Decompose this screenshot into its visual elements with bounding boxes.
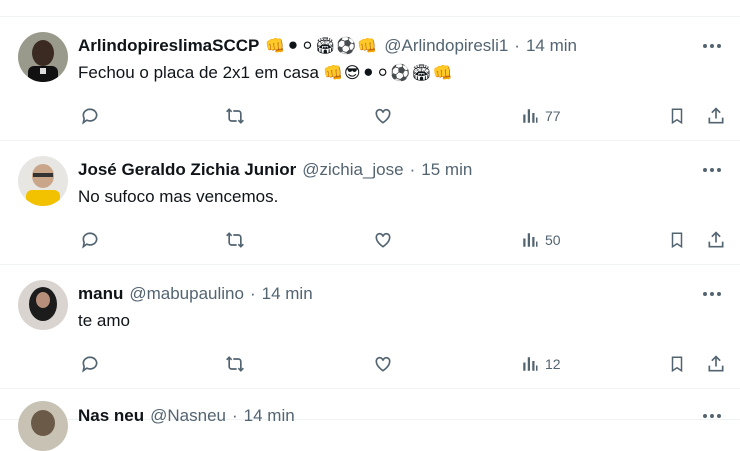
author-handle[interactable]: @Nasneu — [150, 405, 226, 427]
tweet[interactable]: Nas neu @Nasneu · 14 min — [0, 389, 740, 451]
views-icon — [521, 231, 539, 249]
separator-dot: · — [249, 284, 256, 303]
views-count: 77 — [545, 108, 561, 124]
separator-dot: · — [232, 406, 238, 425]
avatar[interactable] — [18, 32, 68, 82]
tweet-text-content: Fechou o placa de 2x1 em casa — [78, 63, 319, 82]
author-name[interactable]: manu — [78, 283, 123, 305]
share-icon[interactable] — [706, 227, 726, 253]
avatar[interactable] — [18, 401, 68, 451]
bookmark-icon[interactable] — [668, 351, 686, 377]
tweet-header: Nas neu @Nasneu · 14 min — [78, 405, 676, 427]
reply-icon[interactable] — [80, 351, 100, 377]
views-count: 50 — [545, 232, 561, 248]
share-icon[interactable] — [706, 103, 726, 129]
name-emojis: 👊⚫⚪🏟⚽👊 — [265, 36, 379, 55]
views-count: 12 — [545, 356, 561, 372]
views-icon — [521, 355, 539, 373]
author-name[interactable]: ArlindopireslimaSCCP — [78, 35, 259, 57]
separator-dot: · — [514, 36, 520, 55]
tweet-text-content: te amo — [78, 311, 130, 330]
reply-icon[interactable] — [80, 103, 100, 129]
like-icon[interactable] — [373, 351, 393, 377]
author-name[interactable]: José Geraldo Zichia Junior — [78, 159, 296, 181]
author-handle[interactable]: @zichia_jose — [302, 159, 403, 181]
more-icon[interactable] — [700, 159, 724, 181]
timestamp[interactable]: 14 min — [262, 283, 313, 305]
avatar[interactable] — [18, 156, 68, 206]
tweet-header: ArlindopireslimaSCCP 👊⚫⚪🏟⚽👊 @Arlindopire… — [78, 35, 676, 57]
more-icon[interactable] — [700, 35, 724, 57]
tweet-header: José Geraldo Zichia Junior @zichia_jose … — [78, 159, 676, 181]
retweet-icon[interactable] — [224, 103, 246, 129]
tweet-actions: 77 — [78, 103, 730, 129]
timestamp[interactable]: 15 min — [421, 159, 472, 181]
like-icon[interactable] — [373, 227, 393, 253]
tweet-header: manu @mabupaulino · 14 min — [78, 283, 676, 305]
author-handle[interactable]: @Arlindopiresli1 — [384, 35, 508, 57]
views-button[interactable]: 12 — [521, 351, 561, 377]
author-name[interactable]: Nas neu — [78, 405, 144, 427]
tweet-text: te amo — [78, 309, 130, 333]
tweet-text: Fechou o placa de 2x1 em casa 👊😎⚫⚪⚽🏟👊 — [78, 61, 454, 85]
tweet-text: No sufoco mas vencemos. — [78, 185, 278, 209]
tweet-text-content: No sufoco mas vencemos. — [78, 187, 279, 206]
share-icon[interactable] — [706, 351, 726, 377]
timestamp[interactable]: 14 min — [244, 405, 295, 427]
views-icon — [521, 107, 539, 125]
avatar[interactable] — [18, 280, 68, 330]
tweet-actions: 50 — [78, 227, 730, 253]
tweet[interactable]: ArlindopireslimaSCCP 👊⚫⚪🏟⚽👊 @Arlindopire… — [0, 17, 740, 141]
more-icon[interactable] — [700, 283, 724, 305]
tweet-actions: 12 — [78, 351, 730, 377]
tweet[interactable]: manu @mabupaulino · 14 min te amo 12 — [0, 265, 740, 389]
retweet-icon[interactable] — [224, 227, 246, 253]
views-button[interactable]: 50 — [521, 227, 561, 253]
top-divider — [0, 0, 740, 17]
bookmark-icon[interactable] — [668, 103, 686, 129]
views-button[interactable]: 77 — [521, 103, 561, 129]
retweet-icon[interactable] — [224, 351, 246, 377]
bookmark-icon[interactable] — [668, 227, 686, 253]
tweet-emojis: 👊😎⚫⚪⚽🏟👊 — [322, 63, 454, 82]
like-icon[interactable] — [373, 103, 393, 129]
separator-dot: · — [409, 160, 416, 179]
reply-icon[interactable] — [80, 227, 100, 253]
timestamp[interactable]: 14 min — [526, 35, 577, 57]
more-icon[interactable] — [700, 405, 724, 427]
tweet[interactable]: José Geraldo Zichia Junior @zichia_jose … — [0, 141, 740, 265]
author-handle[interactable]: @mabupaulino — [129, 283, 244, 305]
